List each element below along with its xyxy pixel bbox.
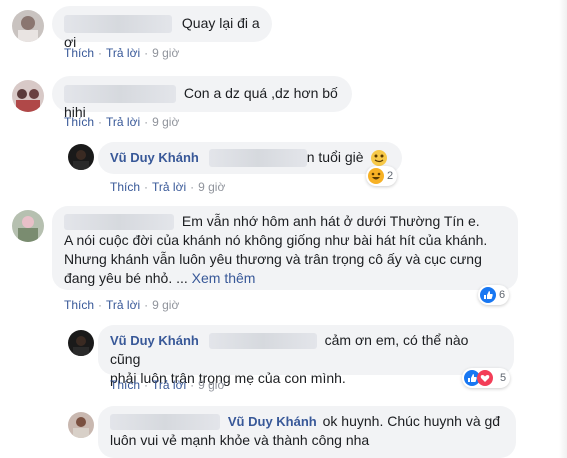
reply-text-line: ok huynh. Chúc huynh và gđ: [322, 413, 501, 429]
comment-text-line: A nói cuộc đời của khánh nó không giống …: [64, 232, 488, 248]
redacted-name: [110, 414, 220, 431]
like-link[interactable]: Thích: [64, 46, 94, 60]
comment-bubble: Quay lại đi a ơi: [52, 6, 272, 50]
comment-bubble: Con a dz quá ,dz hơn bố hihi: [52, 76, 352, 120]
avatar[interactable]: [68, 144, 94, 170]
haha-icon: [368, 168, 384, 184]
reaction-number: 5: [500, 372, 507, 384]
reply-bubble: Vũ Duy Khánh cảm ơn em, có thể nào cũng …: [98, 325, 514, 386]
redacted-name: [64, 214, 174, 231]
comment-actions: Thích · Trả lời · 9 giờ: [64, 115, 180, 129]
comment-text-line: Em vẫn nhớ hôm anh hát ở dưới Thường Tín…: [181, 213, 480, 229]
reply-link[interactable]: Trả lời: [106, 46, 140, 60]
comment-text-line: đang yêu bé nhỏ. ...: [64, 270, 188, 286]
comment-actions: Thích · Trả lời · 9 giờ: [64, 298, 180, 312]
like-link[interactable]: Thích: [110, 378, 140, 392]
see-more-link[interactable]: Xem thêm: [192, 270, 256, 286]
like-link[interactable]: Thích: [64, 115, 94, 129]
redacted-name: [64, 15, 172, 34]
avatar[interactable]: [12, 80, 44, 112]
avatar[interactable]: [12, 10, 44, 42]
avatar[interactable]: [68, 412, 94, 438]
reply-author[interactable]: Vũ Duy Khánh: [228, 414, 317, 429]
comment-time[interactable]: 9 giờ: [152, 115, 179, 129]
reply-text: n tuổi giè: [306, 149, 364, 165]
comment-time[interactable]: 9 giờ: [198, 180, 225, 194]
comment-text-line: Nhưng khánh vẫn luôn yêu thương và trân …: [64, 251, 482, 267]
comment-actions: Thích · Trả lời · 9 giờ: [64, 46, 180, 60]
like-icon: [480, 287, 496, 303]
love-icon: [477, 370, 493, 386]
reaction-count[interactable]: 5: [462, 368, 511, 388]
reply-link[interactable]: Trả lời: [106, 298, 140, 312]
reply-link[interactable]: Trả lời: [106, 115, 140, 129]
scrollbar-edge: [559, 0, 567, 458]
comment-time[interactable]: 9 giờ: [198, 378, 225, 392]
comment-time[interactable]: 9 giờ: [152, 298, 179, 312]
like-link[interactable]: Thích: [64, 298, 94, 312]
reply-link[interactable]: Trả lời: [152, 378, 186, 392]
reply-link[interactable]: Trả lời: [152, 180, 186, 194]
reaction-count[interactable]: 6: [478, 285, 510, 305]
reply-actions: Thích · Trả lời · 9 giờ: [110, 180, 226, 194]
reply-bubble: Vũ Duy Khánh n tuổi giè: [98, 142, 402, 174]
redacted-name: [64, 85, 176, 104]
avatar[interactable]: [68, 330, 94, 356]
comment-time[interactable]: 9 giờ: [152, 46, 179, 60]
reply-bubble: Vũ Duy Khánh ok huynh. Chúc huynh và gđ …: [98, 406, 516, 458]
reply-text-line: luôn vui vẻ mạnh khỏe và thành công nha: [110, 432, 370, 448]
comment-bubble: Em vẫn nhớ hôm anh hát ở dưới Thường Tín…: [52, 206, 518, 290]
redacted-name: [208, 333, 317, 350]
avatar[interactable]: [12, 210, 44, 242]
redacted-name: [208, 149, 307, 168]
reaction-number: 2: [387, 170, 394, 182]
reaction-number: 6: [499, 289, 506, 301]
emoji-icon: [371, 150, 388, 167]
reply-actions: Thích · Trả lời · 9 giờ: [110, 378, 226, 392]
reply-author[interactable]: Vũ Duy Khánh: [110, 150, 199, 165]
like-link[interactable]: Thích: [110, 180, 140, 194]
reply-author[interactable]: Vũ Duy Khánh: [110, 333, 199, 348]
reaction-count[interactable]: 2: [366, 166, 398, 186]
